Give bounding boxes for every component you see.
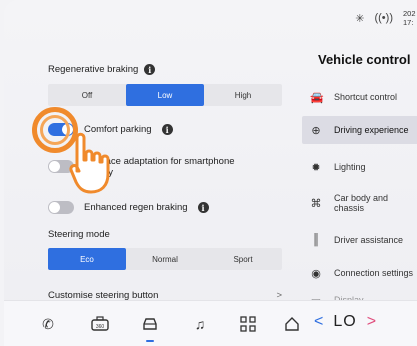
active-tab-indicator (146, 340, 154, 342)
connection-icon: ◉ (311, 267, 321, 280)
steering-mode-selector: Eco Normal Sport (48, 248, 282, 270)
vehicle-icon[interactable] (140, 315, 160, 333)
camera-360-icon[interactable]: 360 (90, 315, 110, 333)
enhanced-regen-label: Enhanced regen braking (84, 202, 188, 213)
sidebar-item-lighting[interactable]: ✹ Lighting (310, 153, 417, 181)
light-icon: ✹ (311, 161, 321, 174)
regen-braking-label: Regenerative braking (48, 64, 139, 75)
music-icon[interactable]: ♫ (190, 315, 210, 333)
sidebar-item-driving-experience[interactable]: ⊕ Driving experience (302, 116, 417, 144)
sidebar-item-driver-assistance[interactable]: ║ Driver assistance (310, 226, 417, 254)
steering-option-eco[interactable]: Eco (48, 248, 126, 270)
assist-icon: ║ (312, 234, 320, 246)
regen-option-off[interactable]: Off (48, 84, 126, 106)
home-icon[interactable] (282, 315, 302, 333)
regen-braking-selector: Off Low High (48, 84, 282, 106)
svg-text:360: 360 (96, 324, 105, 330)
car-icon: 🚘 (310, 91, 324, 104)
settings-panel: Regenerative braking i Off Low High Comf… (4, 0, 289, 301)
pointing-hand-icon (69, 132, 110, 194)
regen-option-low[interactable]: Low (126, 84, 204, 106)
vehicle-control-sidebar: Vehicle control 🚘 Shortcut control ⊕ Dri… (290, 0, 417, 307)
enhanced-regen-toggle[interactable] (48, 201, 74, 214)
regen-option-high[interactable]: High (204, 84, 282, 106)
temperature-down-button[interactable]: < (314, 313, 323, 331)
sidebar-title: Vehicle control (318, 52, 411, 67)
temperature-up-button[interactable]: > (367, 313, 376, 331)
steering-option-normal[interactable]: Normal (126, 248, 204, 270)
bottom-nav-bar: ✆ 360 ♫ < LO > (4, 300, 417, 346)
info-icon[interactable]: i (144, 64, 156, 75)
enhanced-regen-row: Enhanced regen braking i (48, 201, 209, 214)
sidebar-item-car-body-chassis[interactable]: ⌘ Car body and chassis (310, 189, 417, 217)
steering-mode-title: Steering mode (48, 229, 110, 240)
screen: ✳ ((•)) 202 17: Regenerative braking i Of… (4, 0, 417, 346)
apps-grid-icon[interactable] (238, 315, 258, 333)
sidebar-item-connection-settings[interactable]: ◉ Connection settings (310, 259, 417, 287)
steering-option-sport[interactable]: Sport (204, 248, 282, 270)
regen-braking-title: Regenerative braking i (48, 64, 156, 75)
temperature-value: LO (333, 313, 357, 330)
info-icon[interactable]: i (197, 202, 209, 213)
chassis-icon: ⌘ (310, 197, 322, 210)
phone-icon[interactable]: ✆ (38, 315, 58, 333)
sidebar-item-shortcut-control[interactable]: 🚘 Shortcut control (310, 83, 417, 111)
info-icon[interactable]: i (161, 124, 173, 135)
steering-wheel-icon: ⊕ (311, 124, 321, 137)
temperature-control: < LO > (314, 313, 376, 331)
